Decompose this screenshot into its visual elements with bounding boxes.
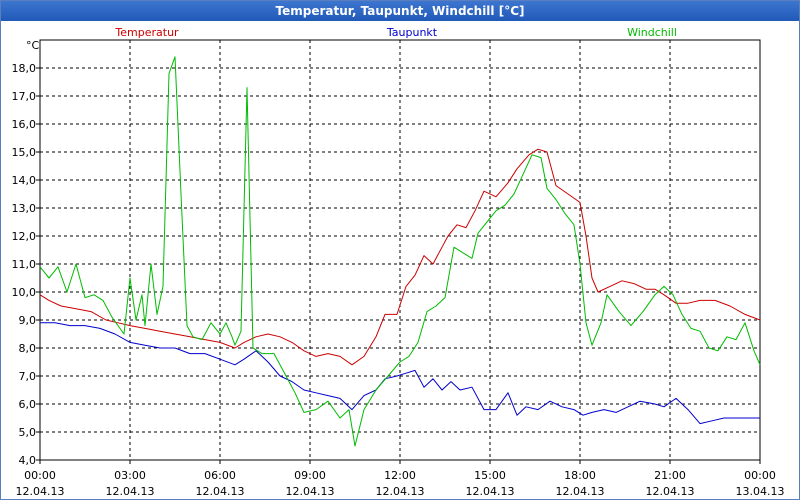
x-tick-date-label: 12.04.13 [286,485,335,498]
chart-grid [40,40,760,461]
legend: Temperatur Taupunkt Windchill [114,26,677,39]
y-tick-label: 12,0 [12,230,37,243]
x-tick-time-label: 18:00 [564,469,596,482]
x-tick-time-label: 00:00 [24,469,56,482]
legend-entry: Windchill [627,26,677,39]
y-tick-label: 5,0 [19,426,37,439]
y-tick-label: 8,0 [19,342,37,355]
y-tick-label: 6,0 [19,398,37,411]
x-tick-time-label: 21:00 [654,469,686,482]
y-tick-label: 4,0 [19,454,37,467]
y-tick-label: 7,0 [19,370,37,383]
x-tick-date-label: 13.04.13 [736,485,785,498]
x-tick-time-label: 12:00 [384,469,416,482]
x-tick-time-label: 09:00 [294,469,326,482]
x-tick-time-label: 06:00 [204,469,236,482]
x-tick-date-label: 12.04.13 [646,485,695,498]
y-tick-label: 9,0 [19,314,37,327]
y-tick-label: 14,0 [12,174,37,187]
x-tick-date-label: 12.04.13 [16,485,65,498]
x-tick-time-label: 00:00 [744,469,776,482]
x-tick-time-label: 15:00 [474,469,506,482]
chart: 4,0 5,0 6,0 7,0 8,0 9,0 10,0 11,0 12,0 13,0 14,0 15… [12,26,785,498]
y-tick-label: 17,0 [12,90,37,103]
x-tick-date-label: 12.04.13 [466,485,515,498]
y-tick-label: 13,0 [12,202,37,215]
legend-entry: Temperatur [114,26,179,39]
y-axis-unit-label: °C [26,39,40,52]
y-tick-label: 11,0 [12,258,37,271]
x-tick-date-label: 12.04.13 [106,485,155,498]
x-tick-time-label: 03:00 [114,469,146,482]
y-tick-label: 15,0 [12,146,37,159]
x-tick-date-label: 12.04.13 [556,485,605,498]
y-axis-ticks: 4,0 5,0 6,0 7,0 8,0 9,0 10,0 11,0 12,0 13,0 14,0 15… [12,62,40,467]
x-axis-ticks: 00:00 12.04.13 03:00 12.04.13 06:00 12.04.13 0… [16,460,785,498]
x-tick-date-label: 12.04.13 [376,485,425,498]
y-tick-label: 18,0 [12,62,37,75]
y-tick-label: 10,0 [12,286,37,299]
legend-entry: Taupunkt [386,26,438,39]
x-tick-date-label: 12.04.13 [196,485,245,498]
y-tick-label: 16,0 [12,118,37,131]
